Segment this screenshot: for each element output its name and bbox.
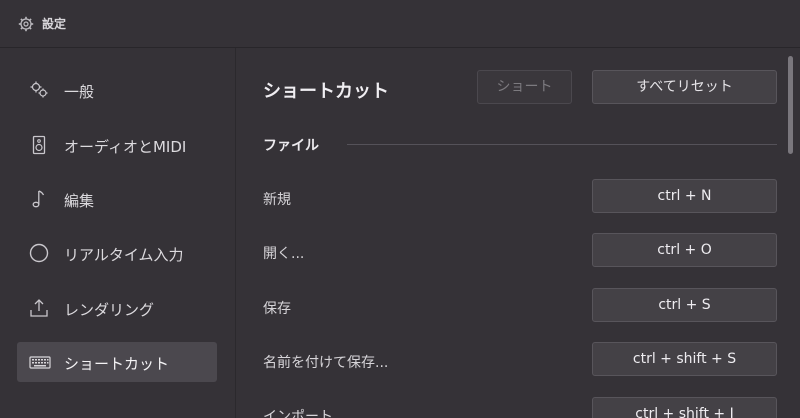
sidebar-item-label: 編集 [64, 192, 95, 210]
keyboard-icon [29, 356, 51, 369]
title-bar: 設定 [0, 0, 800, 48]
shortcut-label-import: インポート [263, 409, 333, 418]
sidebar-item-shortcuts[interactable]: ショートカット [17, 342, 217, 382]
sidebar-item-label: ショートカット [64, 355, 170, 373]
sidebar: 一般 オーディオとMIDI 編集 リアルタイム入力 レンダリング ショートカット [0, 48, 236, 418]
shortcut-label-open: 開く... [263, 246, 305, 262]
shortcut-label-save: 保存 [263, 301, 291, 317]
sidebar-item-label: レンダリング [64, 301, 155, 319]
section-file-label: ファイル [263, 138, 319, 154]
sidebar-item-label: リアルタイム入力 [64, 246, 184, 264]
shortcut-button-new[interactable]: ctrl + N [592, 179, 777, 213]
scrollbar-thumb[interactable] [788, 56, 793, 154]
sidebar-item-audio-midi[interactable]: オーディオとMIDI [17, 125, 217, 165]
shortcut-label-new: 新規 [263, 192, 291, 208]
reset-all-button[interactable]: すべてリセット [592, 70, 777, 104]
sidebar-item-rendering[interactable]: レンダリング [17, 288, 217, 328]
shortcut-button-save[interactable]: ctrl + S [592, 288, 777, 322]
gears-icon [30, 81, 48, 98]
speaker-icon [32, 135, 46, 155]
shortcut-label-save-as: 名前を付けて保存... [263, 355, 389, 371]
sidebar-item-general[interactable]: 一般 [17, 70, 217, 110]
sidebar-item-realtime-input[interactable]: リアルタイム入力 [17, 233, 217, 273]
sidebar-item-edit[interactable]: 編集 [17, 179, 217, 219]
music-note-icon [32, 190, 45, 208]
upload-tray-icon [30, 299, 48, 317]
sidebar-item-label: 一般 [64, 83, 95, 101]
shortcut-button-open[interactable]: ctrl + O [592, 233, 777, 267]
sidebar-item-label: オーディオとMIDI [64, 138, 187, 156]
circle-icon [29, 243, 49, 263]
gear-icon [18, 16, 34, 32]
shortcut-button-save-as[interactable]: ctrl + shift + S [592, 342, 777, 376]
shortcuts-panel: ショートカット ショート すべてリセット ファイル 新規 ctrl + N 開く… [237, 48, 800, 418]
page-title: ショートカット [263, 81, 389, 102]
section-divider [347, 144, 777, 145]
shortcut-button-import[interactable]: ctrl + shift + I [592, 397, 777, 418]
short-button[interactable]: ショート [477, 70, 572, 104]
window-title: 設定 [42, 17, 67, 31]
